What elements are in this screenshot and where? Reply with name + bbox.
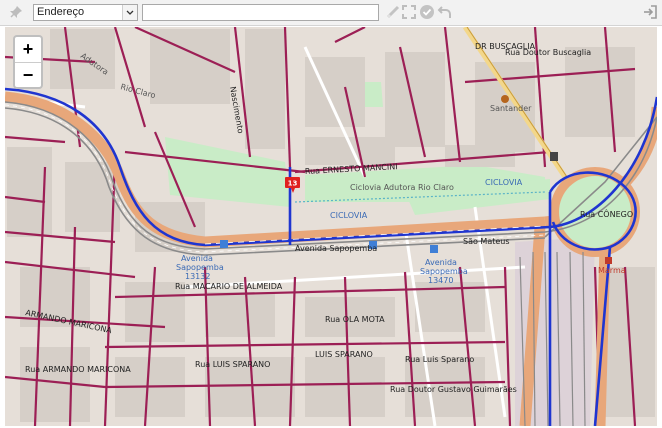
exit-icon[interactable] — [642, 4, 658, 20]
label-santander: Santander — [490, 104, 532, 113]
label-avenida-sapopemba: Avenida Sapopemba — [295, 244, 377, 253]
label-avenida-13470-b: Sapopemba — [420, 267, 468, 276]
check-circle-icon[interactable] — [419, 4, 435, 20]
pin-icon[interactable] — [8, 4, 24, 20]
label-luis-sparano: LUIS SPARANO — [315, 350, 373, 359]
label-dr-buscaglia: DR BUSCAGLIA — [475, 42, 536, 51]
label-ciclovia-2: CICLOVIA — [485, 178, 523, 187]
fullscreen-icon[interactable] — [401, 4, 417, 20]
label-rua-luis-sparano: Rua LUIS SPARANO — [195, 360, 270, 369]
label-rua-conego: Rua CÔNEGO — [580, 208, 633, 219]
label-avenida-13470-a: Avenida — [425, 258, 457, 267]
zoom-in-button[interactable]: + — [15, 37, 41, 62]
zoom-out-button[interactable]: − — [15, 62, 41, 87]
stop-marker-label: 13 — [288, 180, 298, 188]
address-search-input[interactable] — [142, 4, 379, 21]
label-rua-luis-sparano-2: Rua Luis Sparano — [405, 355, 474, 364]
map-tiles: 13 Avenida Sapopemba Rua ERNESTO MANCINI… — [5, 27, 657, 426]
undo-icon[interactable] — [437, 4, 453, 20]
zoom-control: + − — [13, 35, 43, 89]
label-rua-gustavo-guimaraes: Rua Doutor Gustavo Guimarães — [390, 385, 517, 394]
search-type-value: Endereço — [37, 6, 85, 18]
label-rua-macario-de-almeida: Rua MACARIO DE ALMEIDA — [175, 282, 283, 291]
search-type-select[interactable]: Endereço — [33, 4, 138, 21]
label-ciclovia-1: CICLOVIA — [330, 211, 368, 220]
label-avenida-13132-c: 13132 — [185, 272, 210, 281]
label-avenida-13470-c: 13470 — [428, 276, 453, 285]
label-avenida-13132-b: Sapopemba — [176, 263, 224, 272]
map-canvas[interactable]: 13 Avenida Sapopemba Rua ERNESTO MANCINI… — [5, 27, 657, 426]
label-marma: Marma — [598, 266, 626, 275]
label-avenida-13132-a: Avenida — [181, 254, 213, 263]
ruler-icon[interactable] — [385, 4, 401, 20]
label-sao-mateus: São Mateus — [463, 237, 510, 246]
chevron-down-icon — [122, 5, 137, 20]
label-armando-maricona-2: Rua ARMANDO MARICONA — [25, 365, 131, 374]
label-rua-ola-mota: Rua OLA MOTA — [325, 315, 385, 324]
label-ciclovia-adutora: Ciclovia Adutora Rio Claro — [350, 183, 454, 192]
map-toolbar: Endereço — [0, 0, 662, 26]
